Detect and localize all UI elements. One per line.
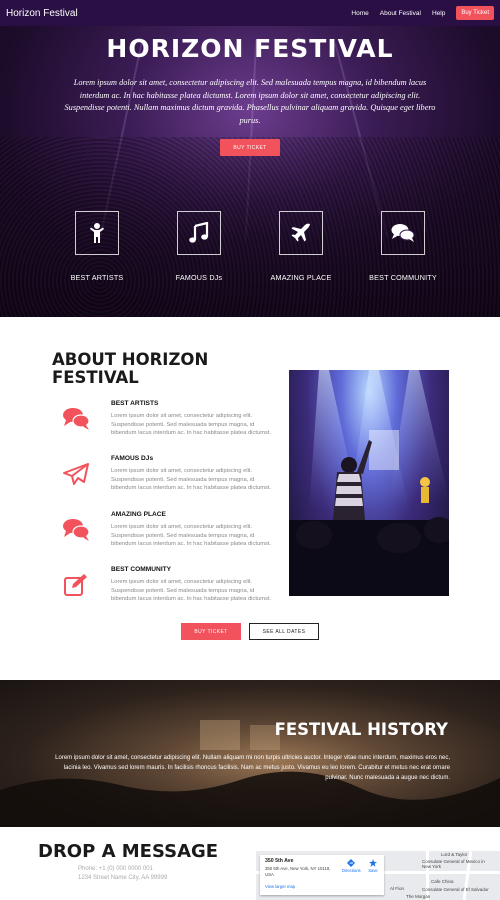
map-label: Cafe China [431, 879, 454, 884]
map-save-label: Save [368, 868, 378, 873]
view-larger-map-link[interactable]: View larger map [265, 884, 295, 889]
edit-icon [64, 574, 87, 596]
feature-icon-box [279, 211, 323, 255]
see-all-dates-button[interactable]: SEE ALL DATES [249, 623, 319, 640]
person-icon [90, 223, 104, 243]
nav-link-home[interactable]: Home [351, 10, 368, 17]
about-buy-ticket-button[interactable]: BUY TICKET [181, 623, 241, 640]
feature-amazing-place: AMAZING PLACE [251, 211, 351, 282]
map-directions-label: Directions [342, 868, 361, 873]
about-item-famous-djs: FAMOUS DJs Lorem ipsum dolor sit amet, c… [62, 455, 272, 503]
feature-icon-box [177, 211, 221, 255]
music-note-icon [189, 222, 209, 243]
feature-icon-box [75, 211, 119, 255]
nav-link-about[interactable]: About Festival [380, 10, 421, 17]
about-item-text: Lorem ipsum dolor sit amet, consectetur … [111, 468, 272, 492]
about-item-text: Lorem ipsum dolor sit amet, consectetur … [111, 524, 272, 548]
about-item-heading: FAMOUS DJs [111, 455, 154, 462]
feature-best-community: BEST COMMUNITY [353, 211, 453, 282]
star-icon [369, 859, 377, 867]
feature-icon-box [381, 211, 425, 255]
history-text: Lorem ipsum dolor sit amet, consectetur … [55, 755, 450, 781]
contact-phone: Phone: +1 (0) 000 0000 001 [78, 866, 153, 872]
chat-bubbles-icon [63, 408, 90, 430]
map-label: Al Fion [390, 886, 405, 891]
feature-label: FAMOUS DJs [175, 273, 223, 282]
hero-title: HORIZON FESTIVAL [106, 34, 394, 63]
nav-link-help[interactable]: Help [432, 10, 445, 17]
map-directions-button[interactable]: Directions [342, 859, 361, 873]
about-item-amazing-place: AMAZING PLACE Lorem ipsum dolor sit amet… [62, 511, 272, 559]
directions-icon [347, 859, 355, 867]
about-item-best-artists: BEST ARTISTS Lorem ipsum dolor sit amet,… [62, 400, 272, 448]
about-item-text: Lorem ipsum dolor sit amet, consectetur … [111, 579, 272, 603]
concert-photo [289, 370, 449, 596]
map-label: Consulate General of Mexico in New York [422, 859, 485, 869]
map-label: Consulate General of El Salvador [422, 887, 489, 892]
about-item-heading: BEST COMMUNITY [111, 566, 172, 573]
brand-logo[interactable]: Horizon Festival [6, 8, 78, 19]
message-title: DROP A MESSAGE [38, 841, 219, 862]
embedded-map[interactable]: Lord & Taylor Consulate General of Mexic… [256, 851, 500, 900]
about-item-heading: AMAZING PLACE [111, 511, 166, 518]
map-place-name: 350 5th Ave [265, 858, 294, 864]
nav-buy-ticket-button[interactable]: Buy Ticket [456, 6, 494, 20]
concert-photo-illustration [289, 370, 449, 596]
hero-buy-ticket-button[interactable]: BUY TICKET [220, 139, 280, 156]
feature-label: AMAZING PLACE [270, 273, 332, 282]
history-title: FESTIVAL HISTORY [274, 720, 448, 739]
feature-best-artists: BEST ARTISTS [47, 211, 147, 282]
feature-label: BEST ARTISTS [70, 273, 124, 282]
hero-subtitle: Lorem ipsum dolor sit amet, consectetur … [64, 78, 436, 125]
paper-plane-icon [63, 463, 89, 485]
map-save-button[interactable]: Save [365, 859, 381, 873]
feature-famous-djs: FAMOUS DJs [149, 211, 249, 282]
nav-links: Home About Festival Help Buy Ticket [351, 6, 494, 20]
map-place-address: 350 5th Ave, New York, NY 10118, USA [265, 866, 331, 877]
map-info-card: 350 5th Ave 350 5th Ave, New York, NY 10… [260, 855, 384, 895]
chat-bubbles-icon [391, 224, 415, 242]
chat-bubbles-icon [63, 519, 90, 541]
feature-label: BEST COMMUNITY [369, 273, 437, 282]
map-label: Lord & Taylor [441, 852, 468, 857]
map-label: The Morgan [406, 894, 431, 899]
about-title: ABOUT HORIZON FESTIVAL [52, 350, 209, 387]
contact-address: 1234 Street Name City, AA 99999 [78, 875, 168, 881]
about-item-best-community: BEST COMMUNITY Lorem ipsum dolor sit ame… [62, 566, 272, 614]
about-item-text: Lorem ipsum dolor sit amet, consectetur … [111, 413, 272, 437]
airplane-icon [291, 223, 310, 242]
navbar: Horizon Festival Home About Festival Hel… [0, 0, 500, 26]
about-item-heading: BEST ARTISTS [111, 400, 159, 407]
